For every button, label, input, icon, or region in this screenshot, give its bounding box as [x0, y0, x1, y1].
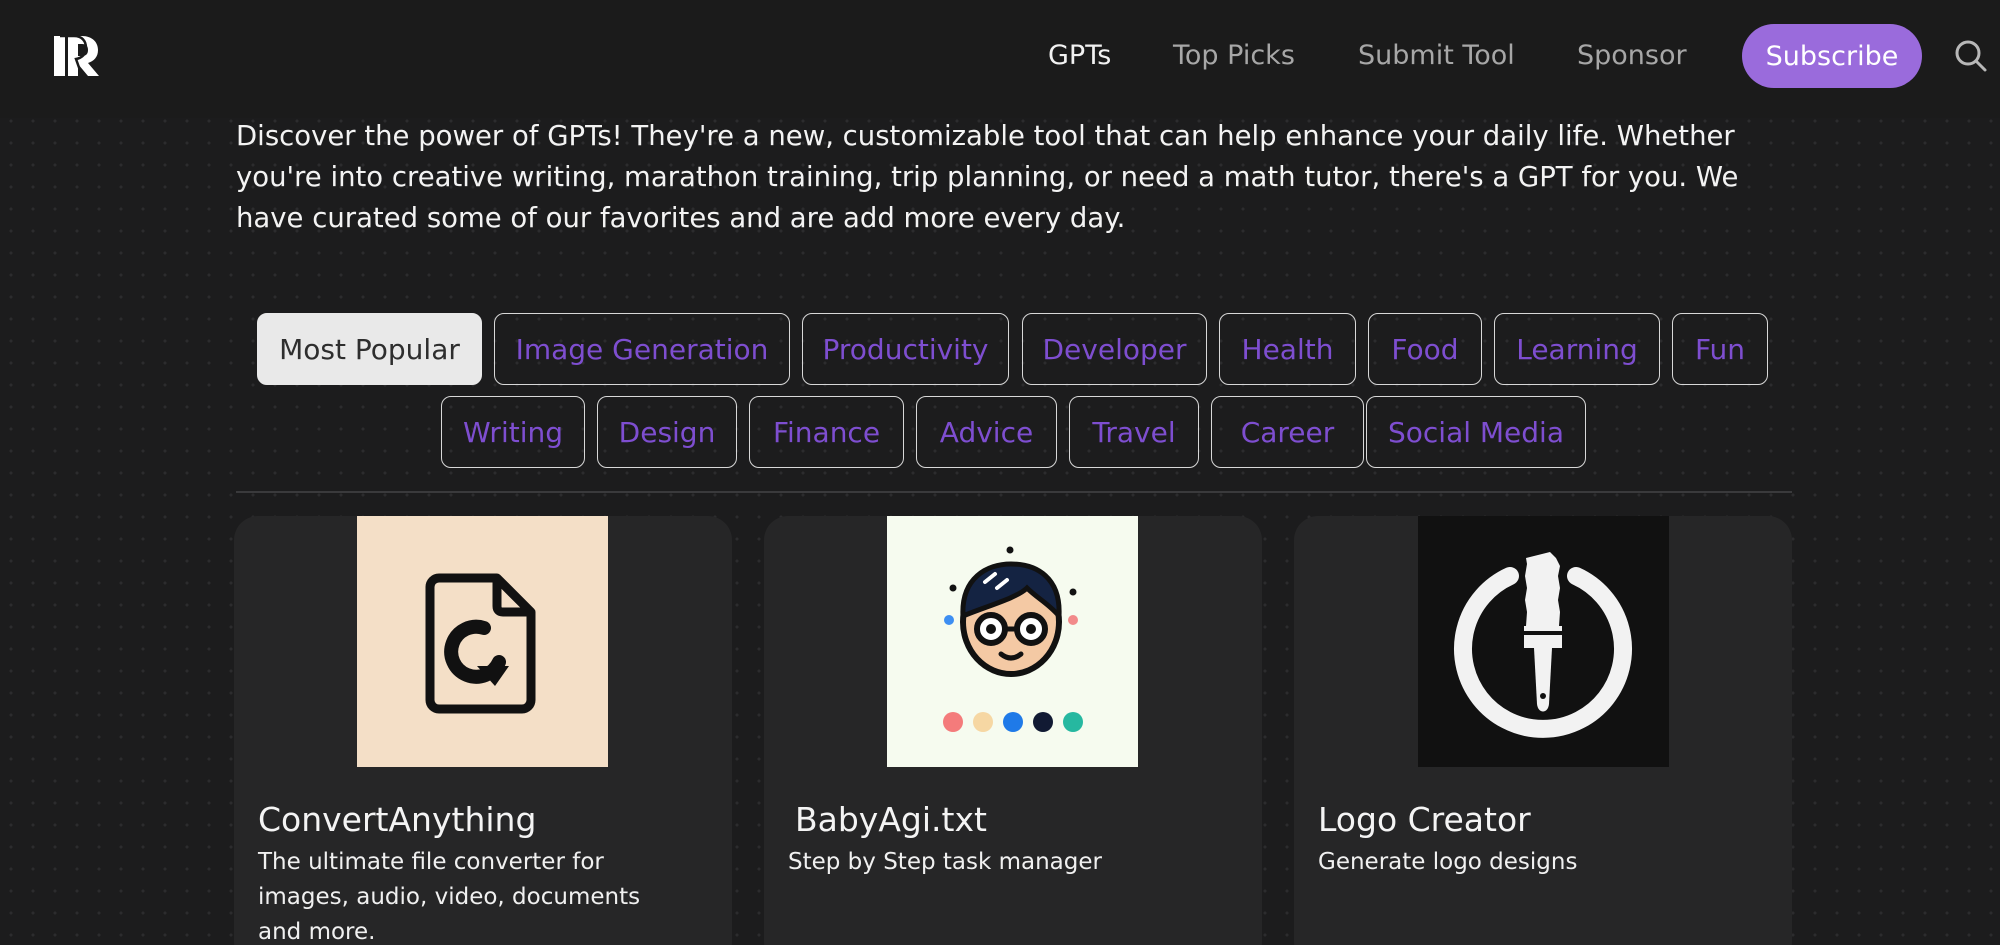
top-navbar: GPTs Top Picks Submit Tool Sponsor Subsc… — [0, 0, 2000, 118]
card-description: Step by Step task manager — [788, 849, 1102, 875]
gpt-card-babyagi[interactable]: BabyAgi.txt Step by Step task manager — [764, 516, 1262, 945]
nav-link-sponsor[interactable]: Sponsor — [1577, 38, 1687, 74]
card-title: Logo Creator — [1318, 800, 1531, 839]
tag-developer[interactable]: Developer — [1022, 313, 1207, 385]
intro-paragraph: Discover the power of GPTs! They're a ne… — [236, 120, 1739, 234]
tag-most-popular[interactable]: Most Popular — [257, 313, 482, 385]
tag-image-generation[interactable]: Image Generation — [494, 313, 790, 385]
tag-productivity[interactable]: Productivity — [802, 313, 1009, 385]
section-divider — [236, 491, 1792, 493]
tag-learning[interactable]: Learning — [1494, 313, 1660, 385]
paintbrush-circle-icon — [1418, 516, 1669, 767]
gpt-card-convertanything[interactable]: ConvertAnything The ultimate file conver… — [234, 516, 732, 945]
tag-social-media[interactable]: Social Media — [1366, 396, 1586, 468]
tag-finance[interactable]: Finance — [749, 396, 904, 468]
card-description: The ultimate file converter for images, … — [258, 849, 641, 945]
tag-writing[interactable]: Writing — [441, 396, 585, 468]
subscribe-button[interactable]: Subscribe — [1742, 24, 1922, 88]
card-title: BabyAgi.txt — [795, 800, 987, 839]
tag-advice[interactable]: Advice — [916, 396, 1057, 468]
card-title: ConvertAnything — [258, 800, 537, 839]
boy-with-glasses-icon — [887, 516, 1138, 767]
card-description: Generate logo designs — [1318, 849, 1578, 875]
tag-fun[interactable]: Fun — [1672, 313, 1768, 385]
tag-health[interactable]: Health — [1219, 313, 1356, 385]
site-logo-icon[interactable] — [52, 32, 102, 80]
tag-travel[interactable]: Travel — [1069, 396, 1199, 468]
tag-career[interactable]: Career — [1211, 396, 1364, 468]
nav-link-submit-tool[interactable]: Submit Tool — [1358, 38, 1515, 74]
file-convert-icon — [357, 516, 608, 767]
tag-food[interactable]: Food — [1368, 313, 1482, 385]
search-icon[interactable] — [1954, 39, 1988, 73]
tag-design[interactable]: Design — [597, 396, 737, 468]
nav-link-gpts[interactable]: GPTs — [1048, 38, 1111, 74]
gpt-card-logo-creator[interactable]: Logo Creator Generate logo designs — [1294, 516, 1792, 945]
nav-link-top-picks[interactable]: Top Picks — [1173, 38, 1295, 74]
